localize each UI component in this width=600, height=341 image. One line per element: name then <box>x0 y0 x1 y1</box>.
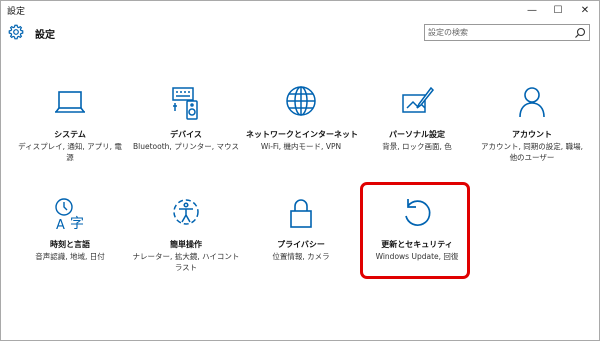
tile-accounts[interactable]: アカウント アカウント, 同期の設定, 職場, 他のユーザー <box>477 84 587 184</box>
tile-description: 背景, ロック画面, 色 <box>382 142 452 151</box>
search-box[interactable] <box>424 24 590 41</box>
lock-icon <box>290 199 312 228</box>
tile-devices[interactable]: デバイス Bluetooth, プリンター, マウス <box>131 84 241 184</box>
tile-label: デバイス <box>170 130 202 139</box>
tile-label: プライバシー <box>277 240 325 249</box>
maximize-button[interactable]: ☐ <box>545 1 571 19</box>
highlight-box <box>360 182 470 279</box>
tile-label: ネットワークとインターネット <box>246 130 358 139</box>
tile-ease-of-access[interactable]: 簡単操作 ナレーター, 拡大鏡, ハイコントラスト <box>131 194 241 294</box>
devices-icon <box>172 87 198 120</box>
laptop-icon <box>55 91 85 113</box>
tile-description: Wi-Fi, 機内モード, VPN <box>260 142 342 151</box>
minimize-button[interactable]: — <box>519 1 545 19</box>
tile-time-language[interactable]: A 字 時刻と言語 音声認識, 地域, 日付 <box>15 194 125 294</box>
tile-network[interactable]: ネットワークとインターネット Wi-Fi, 機内モード, VPN <box>246 84 358 184</box>
tile-label: アカウント <box>512 130 552 139</box>
window-title: 設定 <box>7 7 26 17</box>
tile-description: ディスプレイ, 通知, アプリ, 電源 <box>18 142 122 162</box>
search-input[interactable] <box>428 26 568 39</box>
tile-description: アカウント, 同期の設定, 職場, 他のユーザー <box>481 142 583 162</box>
search-icon[interactable] <box>574 27 586 39</box>
svg-text:字: 字 <box>70 216 84 232</box>
tile-privacy[interactable]: プライバシー 位置情報, カメラ <box>246 194 356 294</box>
page-title: 設定 <box>35 30 55 41</box>
personalization-icon <box>402 86 435 113</box>
settings-window: 設定 — ☐ ✕ 設定 システム <box>0 0 600 341</box>
tile-description: ナレーター, 拡大鏡, ハイコントラスト <box>132 252 240 272</box>
tile-label: パーソナル設定 <box>389 130 445 139</box>
person-icon <box>519 87 545 118</box>
tile-description: 位置情報, カメラ <box>272 252 330 261</box>
tile-label: 簡単操作 <box>170 240 202 249</box>
tile-system[interactable]: システム ディスプレイ, 通知, アプリ, 電源 <box>15 84 125 184</box>
tile-label: システム <box>54 130 86 139</box>
ease-of-access-icon <box>173 199 199 225</box>
tile-description: 音声認識, 地域, 日付 <box>35 252 105 261</box>
tile-personalization[interactable]: パーソナル設定 背景, ロック画面, 色 <box>362 84 472 184</box>
title-bar: 設定 — ☐ ✕ <box>1 1 599 19</box>
globe-icon <box>286 86 316 116</box>
time-language-icon: A 字 <box>55 198 84 233</box>
close-button[interactable]: ✕ <box>572 1 598 19</box>
tile-description: Bluetooth, プリンター, マウス <box>133 142 239 151</box>
settings-header: 設定 <box>1 19 599 49</box>
svg-text:A: A <box>56 218 65 233</box>
tile-label: 時刻と言語 <box>50 240 90 249</box>
gear-icon <box>8 24 24 40</box>
